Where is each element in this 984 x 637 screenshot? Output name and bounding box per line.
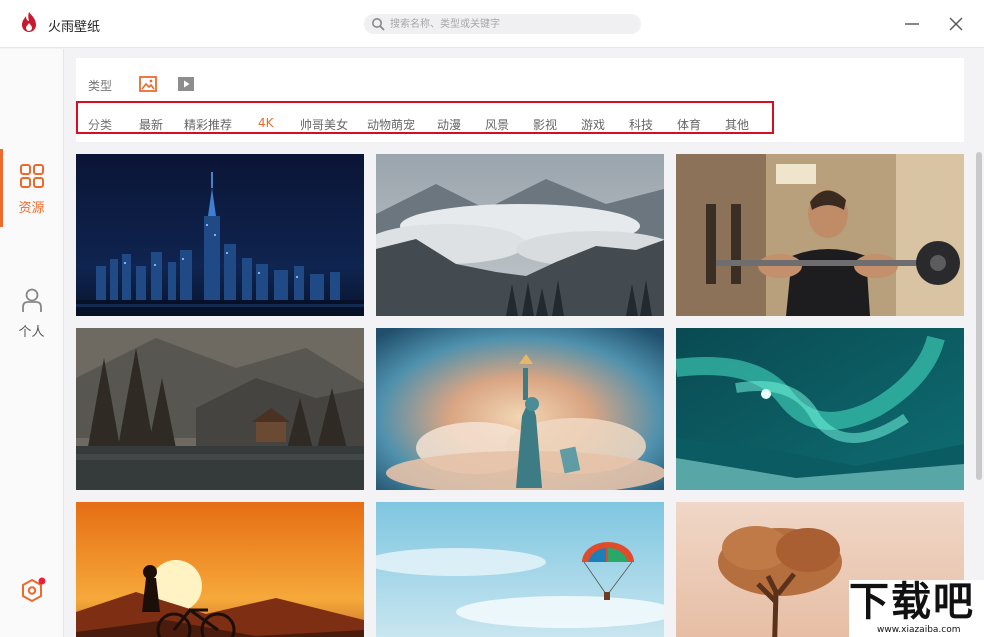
user-icon bbox=[22, 288, 42, 312]
category-4k[interactable]: 4K bbox=[258, 116, 274, 130]
app-title: 火雨壁纸 bbox=[48, 20, 101, 35]
title-bar: 火雨壁纸 bbox=[0, 0, 984, 48]
wallpaper-image bbox=[76, 502, 364, 637]
category-people[interactable]: 帅哥美女 bbox=[300, 116, 348, 133]
wallpaper-image bbox=[376, 154, 664, 316]
wallpaper-card-statue-liberty[interactable] bbox=[376, 328, 664, 490]
type-label: 类型 bbox=[88, 79, 113, 93]
category-label: 分类 bbox=[88, 118, 113, 132]
scrollbar-thumb[interactable] bbox=[976, 152, 982, 480]
watermark: 下载吧 www.xiazaiba.com bbox=[849, 580, 984, 637]
wallpaper-image bbox=[676, 154, 964, 316]
wallpaper-image bbox=[76, 328, 364, 490]
app-logo-icon bbox=[22, 12, 36, 32]
category-sports[interactable]: 体育 bbox=[677, 116, 701, 133]
video-icon[interactable] bbox=[177, 76, 195, 92]
wallpaper-card-aurora[interactable] bbox=[676, 328, 964, 490]
wallpaper-card-night-city[interactable] bbox=[76, 154, 364, 316]
category-tech[interactable]: 科技 bbox=[629, 116, 653, 133]
wallpaper-card-misty-mountains[interactable] bbox=[376, 154, 664, 316]
wallpaper-card-lake-cabin[interactable] bbox=[76, 328, 364, 490]
category-featured[interactable]: 精彩推荐 bbox=[184, 116, 232, 133]
wallpaper-card-gym[interactable] bbox=[676, 154, 964, 316]
wallpaper-card-paraglider[interactable] bbox=[376, 502, 664, 637]
image-icon[interactable] bbox=[139, 76, 157, 92]
search-bar[interactable] bbox=[364, 14, 641, 34]
filter-panel: 类型 分类 最新 精彩推荐 4K 帅哥美女 动物萌宠 动漫 风景 影视 游戏 科… bbox=[76, 58, 964, 142]
sidebar-item-label: 个人 bbox=[18, 325, 45, 340]
category-scenery[interactable]: 风景 bbox=[485, 116, 509, 133]
category-games[interactable]: 游戏 bbox=[581, 116, 605, 133]
category-other[interactable]: 其他 bbox=[725, 116, 749, 133]
sidebar-item-resources[interactable]: 资源 bbox=[0, 149, 63, 227]
watermark-url: www.xiazaiba.com bbox=[877, 625, 961, 635]
search-icon bbox=[372, 18, 385, 31]
wallpaper-image bbox=[676, 328, 964, 490]
close-button[interactable] bbox=[945, 13, 967, 35]
category-bar: 分类 最新 精彩推荐 4K 帅哥美女 动物萌宠 动漫 风景 影视 游戏 科技 体… bbox=[76, 101, 774, 134]
sidebar: 资源 个人 bbox=[0, 49, 64, 637]
wallpaper-image bbox=[376, 328, 664, 490]
wallpaper-image bbox=[376, 502, 664, 637]
category-anime[interactable]: 动漫 bbox=[437, 116, 461, 133]
category-latest[interactable]: 最新 bbox=[139, 116, 163, 133]
wallpaper-grid bbox=[76, 154, 964, 637]
wallpaper-image bbox=[76, 154, 364, 316]
settings-icon[interactable] bbox=[19, 577, 47, 605]
sidebar-item-label: 资源 bbox=[18, 201, 45, 216]
minimize-button[interactable] bbox=[901, 13, 923, 35]
category-pets[interactable]: 动物萌宠 bbox=[367, 116, 415, 133]
category-film[interactable]: 影视 bbox=[533, 116, 557, 133]
sidebar-item-personal[interactable]: 个人 bbox=[0, 273, 63, 351]
search-input[interactable] bbox=[390, 15, 630, 33]
watermark-logo-text: 下载吧 bbox=[849, 579, 975, 625]
grid-icon bbox=[20, 164, 44, 188]
wallpaper-card-sunset-bike[interactable] bbox=[76, 502, 364, 637]
